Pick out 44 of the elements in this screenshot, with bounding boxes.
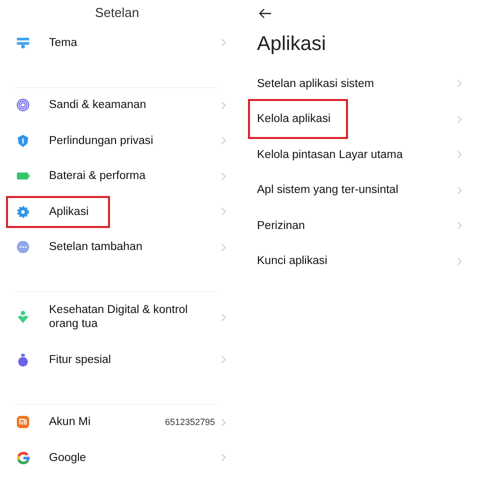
- chevron-icon: [221, 418, 226, 427]
- chevron-icon: [221, 453, 226, 462]
- page-title: Aplikasi: [256, 32, 327, 57]
- menu-item-label[interactable]: Kelola pintasan Layar utama: [257, 148, 403, 162]
- menu-item-label[interactable]: Fitur spesial: [49, 352, 111, 367]
- menu-item-label[interactable]: Perizinan: [257, 218, 305, 233]
- menu-item-label[interactable]: Apl sistem yang ter-unsintal: [257, 183, 398, 198]
- settings-icon: [16, 204, 30, 219]
- chevron-icon: [221, 172, 226, 181]
- chevron-icon: [457, 256, 462, 266]
- screen-title: Setelan: [94, 4, 140, 22]
- menu-item-label[interactable]: Kunci aplikasi: [257, 254, 328, 268]
- chevron-icon: [457, 186, 462, 195]
- mi-icon: [16, 415, 30, 430]
- chevron-icon: [221, 38, 226, 48]
- chevron-icon: [457, 114, 462, 124]
- chevron-icon: [457, 221, 462, 230]
- menu-item-label[interactable]: Sandi & keamanan: [49, 98, 146, 112]
- flask-icon: [16, 352, 30, 367]
- menu-item-label[interactable]: Kelola aplikasi: [257, 112, 331, 126]
- shield-icon: [16, 134, 30, 148]
- chevron-icon: [221, 136, 226, 146]
- chevron-icon: [457, 150, 462, 160]
- menu-item-label[interactable]: Tema: [49, 36, 78, 50]
- g-logo-icon: [16, 450, 30, 465]
- account-id: 6512352795: [164, 417, 215, 428]
- menu-item-label[interactable]: Baterai & performa: [49, 169, 146, 184]
- menu-item-label[interactable]: Akun Mi: [49, 415, 91, 430]
- menu-item-label[interactable]: Perlindungan privasi: [49, 134, 154, 148]
- chevron-icon: [221, 100, 226, 110]
- menu-item-label[interactable]: Kesehatan Digital & kontrol orang tua: [49, 303, 219, 331]
- menu-item-label[interactable]: Setelan aplikasi sistem: [257, 76, 374, 91]
- menu-item-label[interactable]: Setelan tambahan: [49, 240, 142, 254]
- fingerprint-icon: [16, 98, 30, 112]
- person-heart-icon: [16, 310, 30, 324]
- back-arrow-icon[interactable]: [258, 8, 272, 19]
- chevron-icon: [221, 207, 226, 216]
- chevron-icon: [457, 79, 462, 88]
- chevron-icon: [221, 242, 226, 252]
- more-icon: [16, 240, 30, 254]
- chevron-icon: [221, 312, 226, 322]
- menu-item-label[interactable]: Aplikasi: [49, 204, 89, 219]
- chevron-icon: [221, 355, 226, 364]
- menu-item-label[interactable]: Google: [49, 450, 86, 465]
